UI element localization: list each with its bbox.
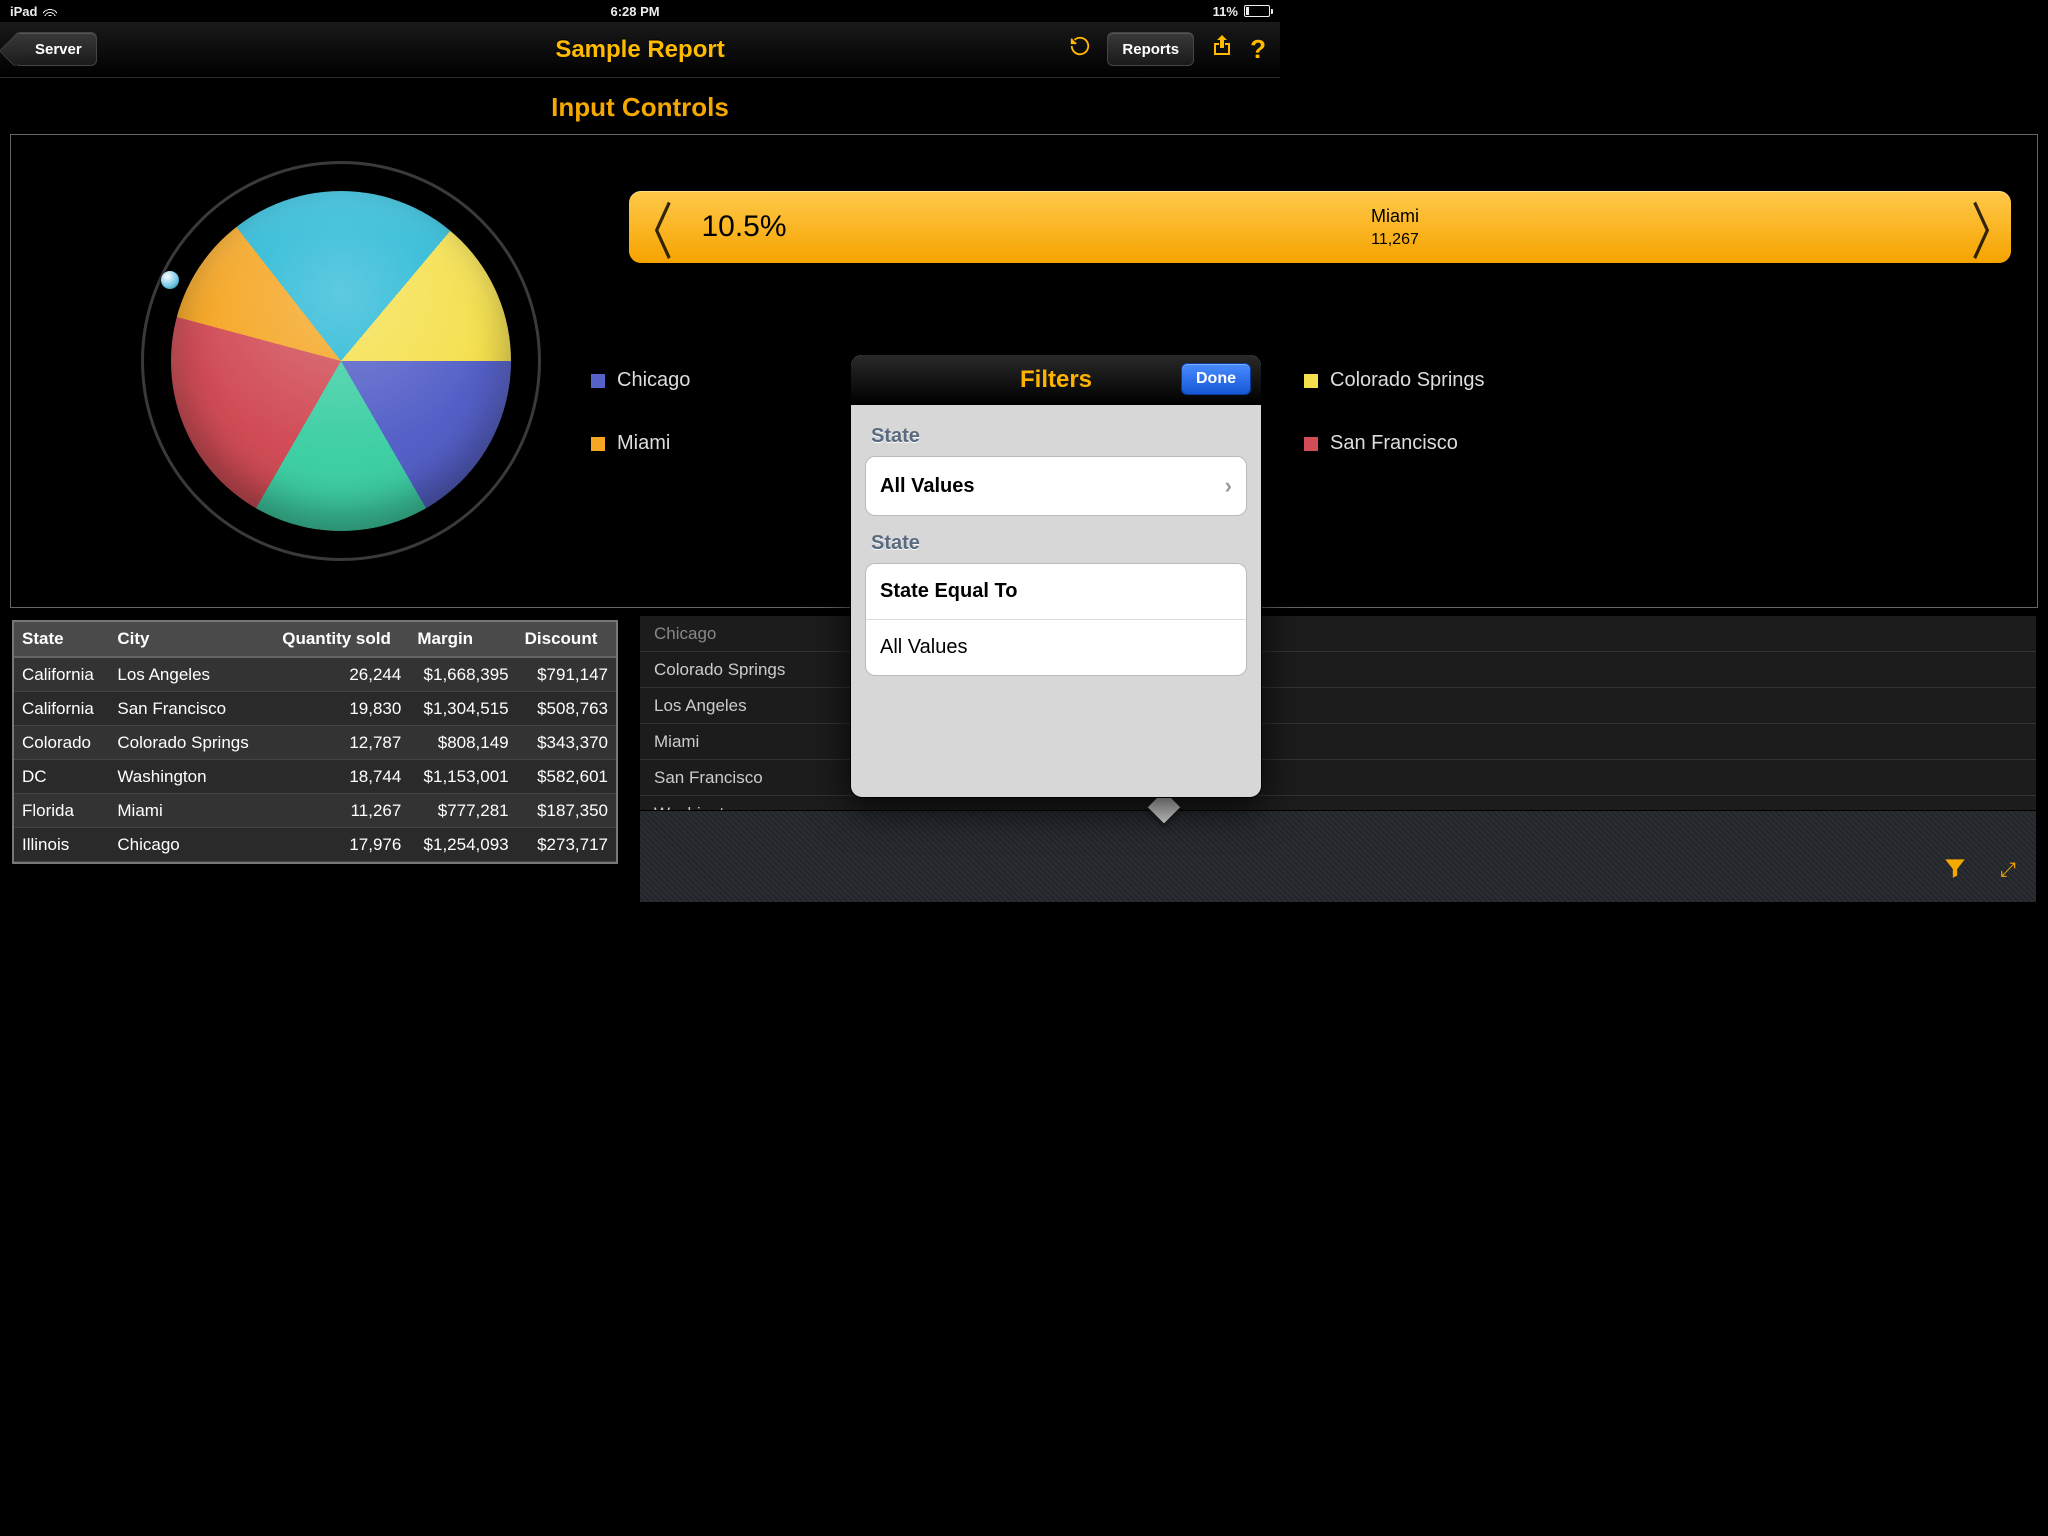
page-title: Sample Report [555,36,724,64]
refresh-icon[interactable] [1069,35,1091,63]
popover-title: Filters [1020,366,1092,394]
battery-icon [1244,5,1270,17]
chevron-right-icon: › [1225,473,1232,499]
filter-funnel-icon[interactable] [1942,855,1968,886]
data-table: State City Quantity sold Margin Discount… [12,620,618,864]
legend-item[interactable]: Colorado Springs [1304,369,1997,392]
table-row[interactable]: DCWashington18,744$1,153,001$582,601 [14,760,616,794]
device-label: iPad [10,4,37,19]
col-state[interactable]: State [14,629,109,649]
status-bar: iPad 6:28 PM 11% [0,0,1280,22]
filter-condition-group: State Equal To All Values [865,563,1247,676]
swatch-icon [1304,374,1318,388]
swatch-icon [1304,437,1318,451]
legend-item[interactable]: San Francisco [1304,432,1997,455]
col-city[interactable]: City [109,629,274,649]
table-row[interactable]: ColoradoColorado Springs12,787$808,149$3… [14,726,616,760]
section-title: Input Controls [0,78,1280,137]
chart-legend: Chicago Colorado Springs Miami San Franc… [591,369,1997,455]
help-icon[interactable]: ? [1250,34,1266,65]
table-header-row: State City Quantity sold Margin Discount [14,622,616,658]
clock-label: 6:28 PM [611,4,660,19]
reports-button[interactable]: Reports [1107,32,1194,66]
expand-icon[interactable]: ⤢ [2000,859,2016,882]
swatch-icon [591,374,605,388]
share-icon[interactable] [1210,35,1234,63]
chevron-left-icon[interactable]: 〈 [629,182,669,272]
value-selector-pill: 〈 10.5% Miami 11,267 〉 [629,191,2011,263]
pie-chart[interactable] [141,161,541,561]
done-button[interactable]: Done [1181,363,1251,395]
bottom-toolbar: ⤢ [640,810,2036,902]
server-back-button[interactable]: Server [14,32,97,66]
pie-selector-pin[interactable] [161,271,179,289]
col-quantity[interactable]: Quantity sold [274,629,409,649]
selected-value: 11,267 [819,231,1971,249]
filters-popover: Filters Done State All Values › State St… [850,354,1262,798]
filter-all-values-row[interactable]: All Values › [865,456,1247,516]
selected-percent: 10.5% [669,210,819,244]
selected-city: Miami [819,206,1971,227]
col-discount[interactable]: Discount [517,629,616,649]
table-row[interactable]: CaliforniaSan Francisco19,830$1,304,515$… [14,692,616,726]
col-margin[interactable]: Margin [409,629,516,649]
chevron-right-icon[interactable]: 〉 [1971,182,2011,272]
filter-value-row[interactable]: All Values [866,620,1246,675]
battery-percent-label: 11% [1213,4,1238,19]
filter-section-label: State [865,409,1247,456]
table-row[interactable]: FloridaMiami11,267$777,281$187,350 [14,794,616,828]
table-row[interactable]: CaliforniaLos Angeles26,244$1,668,395$79… [14,658,616,692]
nav-bar: Server Sample Report Reports ? [0,22,1280,78]
swatch-icon [591,437,605,451]
filter-section-label: State [865,516,1247,563]
wifi-icon [43,4,57,19]
table-row[interactable]: IllinoisChicago17,976$1,254,093$273,717 [14,828,616,862]
filter-condition-row[interactable]: State Equal To [866,564,1246,620]
